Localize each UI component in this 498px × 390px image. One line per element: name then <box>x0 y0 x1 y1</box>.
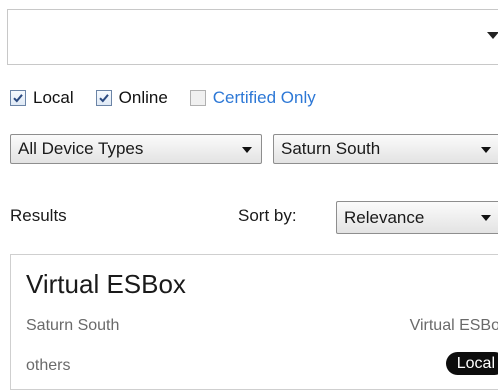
result-card[interactable]: Virtual ESBox Saturn South Virtual ESBox… <box>10 254 498 390</box>
chevron-down-icon[interactable] <box>242 147 252 153</box>
local-checkbox[interactable]: Local <box>10 88 74 108</box>
chevron-down-icon[interactable] <box>487 32 498 39</box>
device-type-dropdown[interactable]: All Device Types <box>10 134 262 164</box>
location-dropdown[interactable]: Saturn South <box>273 134 498 164</box>
result-location: Saturn South <box>26 317 120 334</box>
chevron-down-icon[interactable] <box>481 215 491 221</box>
device-browser-panel: Local Online Certified Only All Device T… <box>0 0 498 390</box>
result-title: Virtual ESBox <box>26 269 186 299</box>
status-badge: Local <box>445 352 498 375</box>
certified-only-checkbox[interactable]: Certified Only <box>189 88 316 108</box>
local-checkbox-label: Local <box>33 88 74 107</box>
chevron-down-icon[interactable] <box>481 147 491 153</box>
sort-by-label: Sort by: <box>238 206 297 225</box>
sort-dropdown[interactable]: Relevance <box>336 201 498 234</box>
certified-only-label[interactable]: Certified Only <box>213 88 316 108</box>
check-icon[interactable] <box>95 90 112 106</box>
online-checkbox[interactable]: Online <box>95 88 168 108</box>
checkbox-box-icon[interactable] <box>189 90 206 106</box>
online-checkbox-label: Online <box>118 88 168 107</box>
sort-value: Relevance <box>344 207 425 227</box>
result-device-type: Virtual ESBox <box>409 317 498 334</box>
check-icon[interactable] <box>10 90 26 106</box>
results-heading: Results <box>10 206 67 225</box>
device-type-value: All Device Types <box>18 139 144 158</box>
result-owner: others <box>26 357 71 374</box>
filter-checkbox-row: Local Online Certified Only <box>10 86 316 110</box>
location-value: Saturn South <box>281 139 381 158</box>
search-combo-box[interactable] <box>7 9 498 65</box>
